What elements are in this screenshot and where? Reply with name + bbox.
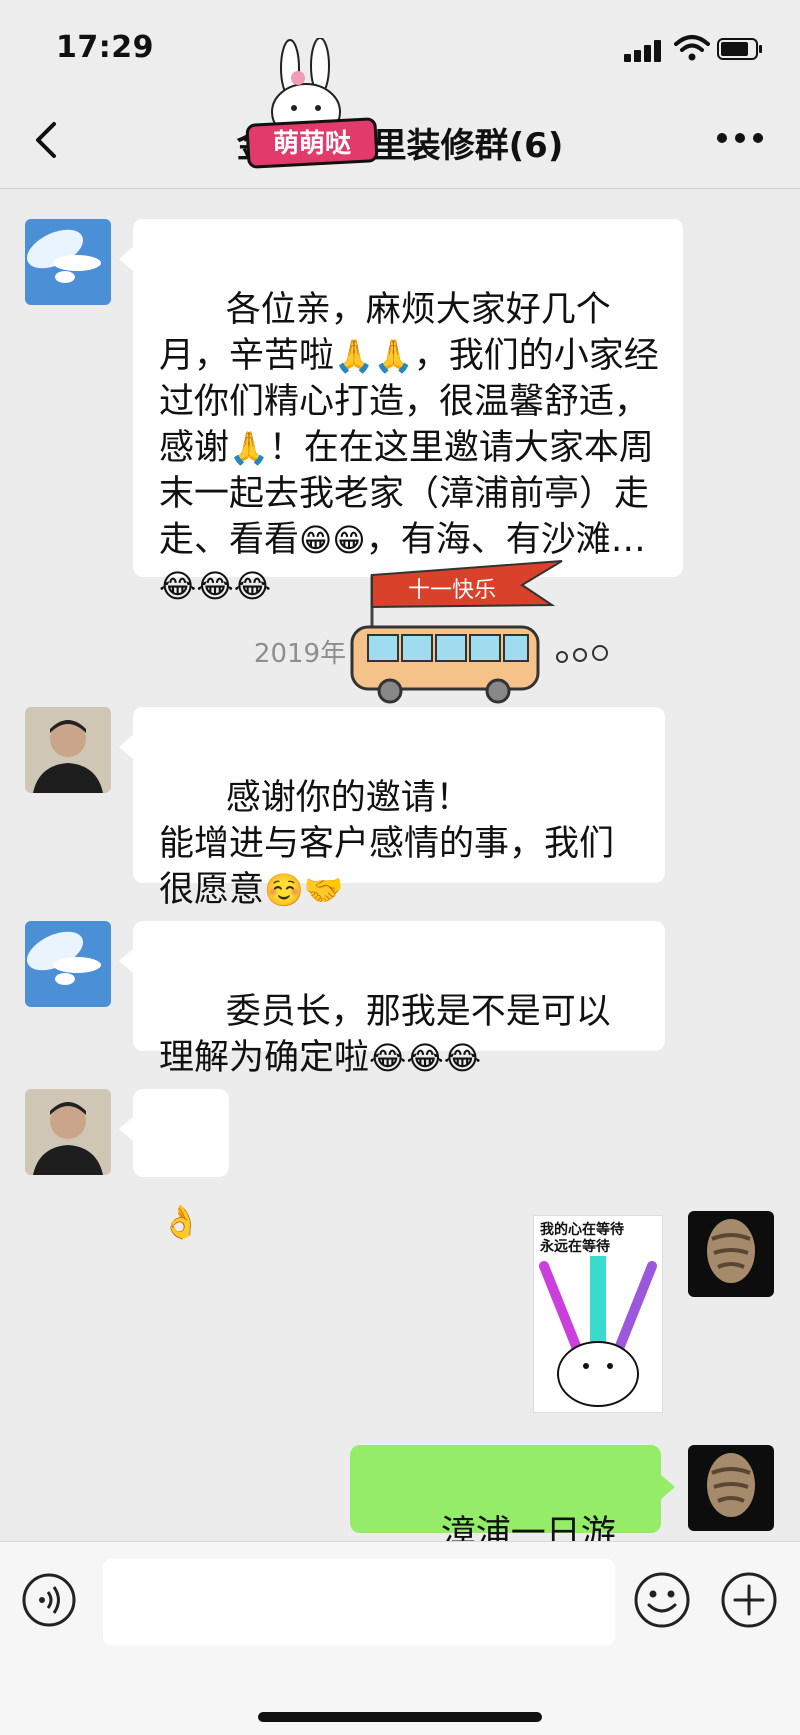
man-avatar[interactable] xyxy=(25,707,111,793)
statue-avatar[interactable] xyxy=(688,1445,774,1531)
message-bubble[interactable]: 👌 xyxy=(119,1089,229,1241)
battery-icon xyxy=(717,38,762,60)
flag-text: 十一快乐 xyxy=(408,578,496,603)
emoji: 🙏🙏 xyxy=(334,337,414,375)
input-bar xyxy=(0,1541,800,1735)
meme-sticker[interactable]: 我的心在等待 永远在等待 xyxy=(533,1215,663,1413)
dove-avatar[interactable] xyxy=(25,219,111,305)
bunny-sticker: 萌萌哒 xyxy=(245,38,379,169)
status-time: 17:29 xyxy=(56,30,154,65)
sticker-label: 萌萌哒 xyxy=(273,129,351,159)
voice-input-icon[interactable] xyxy=(21,1572,77,1628)
message-text: ，有海、有沙滩… xyxy=(365,520,646,560)
emoji: 😁😁 xyxy=(299,521,366,559)
message-bubble[interactable]: 感谢你的邀请！ 能增进与客户感情的事，我们很愿意☺️🤝 xyxy=(119,707,665,910)
plus-icon[interactable] xyxy=(720,1571,778,1629)
emoji: 🙏 xyxy=(229,429,269,467)
message-input[interactable] xyxy=(103,1559,615,1645)
message-bubble[interactable]: 各位亲，麻烦大家好几个月，辛苦啦🙏🙏，我们的小家经过你们精心打造，很温馨舒适，感… xyxy=(119,219,683,605)
emoji: 😂😂😂 xyxy=(159,567,272,605)
ok-hand-emoji: 👌 xyxy=(161,1203,201,1241)
message-text: 感谢你的邀请！ 能增进与客户感情的事，我们很愿意 xyxy=(159,778,615,910)
home-indicator xyxy=(258,1712,542,1722)
chat-area[interactable]: 各位亲，麻烦大家好几个月，辛苦啦🙏🙏，我们的小家经过你们精心打造，很温馨舒适，感… xyxy=(0,189,800,1600)
chat-title[interactable]: 金 里装修群(6) xyxy=(0,118,800,167)
message-bubble-sent[interactable]: 漳浦一日游走起 xyxy=(350,1445,675,1600)
more-options-icon[interactable] xyxy=(716,132,764,144)
chat-header: 金 里装修群(6) xyxy=(0,92,800,189)
emoji-icon[interactable] xyxy=(633,1571,691,1629)
signal-icon xyxy=(624,40,664,62)
sticker-caption: 我的心在等待 永远在等待 xyxy=(540,1222,624,1255)
dove-avatar[interactable] xyxy=(25,921,111,1007)
man-avatar[interactable] xyxy=(25,1089,111,1175)
bus-sticker: 十一快乐 xyxy=(350,560,608,704)
emoji: ☺️🤝 xyxy=(264,871,344,909)
message-bubble[interactable]: 委员长，那我是不是可以理解为确定啦😂😂😂 xyxy=(119,921,665,1078)
emoji: 😂😂😂 xyxy=(369,1039,482,1077)
statue-avatar[interactable] xyxy=(688,1211,774,1297)
status-bar: 17:29 xyxy=(0,0,800,92)
wifi-icon xyxy=(674,35,710,61)
